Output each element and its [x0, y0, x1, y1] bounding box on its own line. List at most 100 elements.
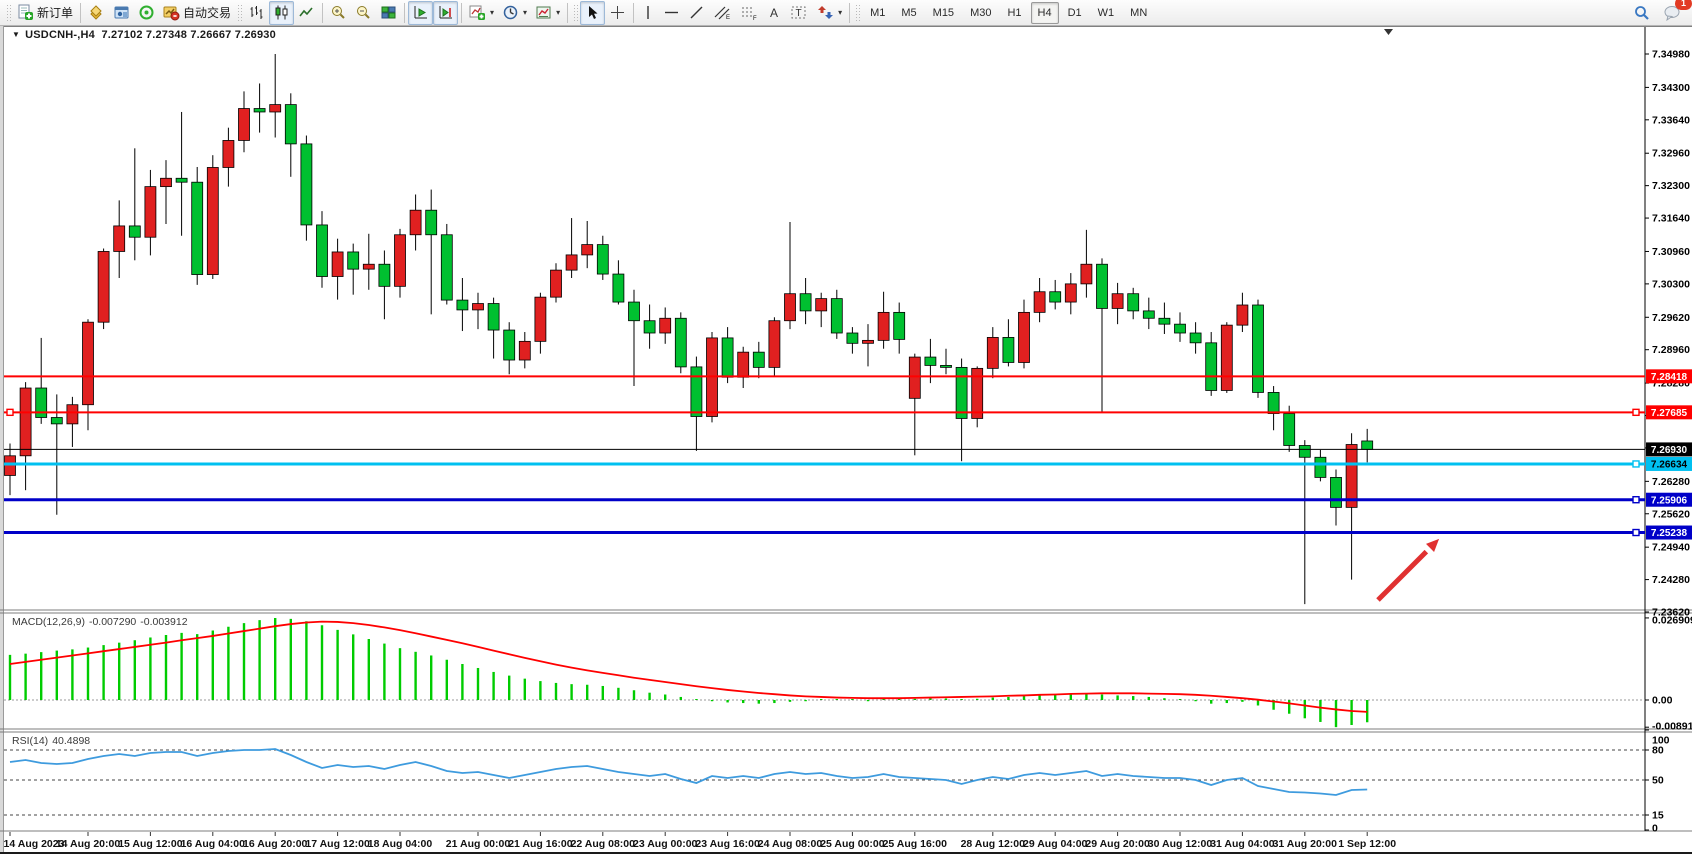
text-label-button[interactable]: T [786, 1, 813, 25]
tab-timeframe-h1[interactable]: H1 [1000, 2, 1028, 24]
autotrade-button[interactable]: 自动交易 [159, 1, 235, 25]
svg-text:A: A [770, 6, 778, 20]
toolbar-grip[interactable] [855, 4, 860, 22]
macd-tick-label: -0.008918 [1652, 721, 1692, 733]
text-icon: A [767, 4, 782, 21]
tab-timeframe-d1[interactable]: D1 [1061, 2, 1089, 24]
fibonacci-button[interactable]: F [736, 1, 763, 25]
candle [379, 264, 390, 286]
price-tag-label: 7.25906 [1651, 495, 1688, 506]
candle [863, 340, 874, 343]
channel-button[interactable]: E [709, 1, 736, 25]
bar-chart-button[interactable] [244, 1, 269, 25]
crosshair-button[interactable] [605, 1, 630, 25]
price-tick-label: 7.25620 [1652, 508, 1690, 520]
periods-icon [502, 4, 519, 21]
arrows-button[interactable]: ▾ [813, 1, 846, 25]
mt4-window: 新订单 自动交易 [0, 0, 1692, 854]
vertical-line-button[interactable] [637, 1, 659, 25]
candle [894, 312, 905, 339]
signals-button[interactable] [134, 1, 159, 25]
arrow-annotation[interactable] [1378, 552, 1426, 600]
line-chart-button[interactable] [294, 1, 319, 25]
candle [769, 321, 780, 368]
candle [753, 352, 764, 367]
auto-scroll-button[interactable] [408, 1, 433, 25]
horizontal-line-button[interactable] [659, 1, 684, 25]
zoom-in-icon [330, 4, 347, 21]
candle [1362, 441, 1373, 449]
candle [1331, 477, 1342, 507]
candle [1003, 337, 1014, 362]
tab-timeframe-m1[interactable]: M1 [863, 2, 892, 24]
candle [1159, 318, 1170, 324]
date-label: 16 Aug 04:00 [181, 838, 246, 850]
signals-icon [138, 4, 155, 21]
data-window-button[interactable] [109, 1, 134, 25]
hline-handle[interactable] [1633, 409, 1639, 415]
candle [1097, 264, 1108, 308]
candle [488, 304, 499, 331]
autotrade-icon [163, 4, 180, 21]
candle [1284, 414, 1295, 446]
chevron-down-icon: ▾ [556, 8, 560, 17]
toolbar-grip[interactable] [237, 4, 242, 22]
new-order-button[interactable]: 新订单 [13, 1, 77, 25]
hline-handle[interactable] [1633, 497, 1639, 503]
candle [1065, 284, 1076, 302]
chart-shift-icon [437, 4, 454, 21]
price-tick-label: 7.24940 [1652, 542, 1690, 554]
cursor-icon [584, 4, 601, 21]
chart-shift-marker[interactable] [1384, 29, 1393, 35]
toolbar-separator [633, 3, 634, 23]
candle [51, 417, 62, 423]
candle [161, 178, 172, 186]
date-label: 16 Aug 20:00 [243, 838, 308, 850]
rsi-panel-label: RSI(14)40.4898 [12, 735, 94, 747]
zoom-in-button[interactable] [326, 1, 351, 25]
tab-timeframe-m15[interactable]: M15 [926, 2, 961, 24]
candle [83, 322, 94, 405]
candle [660, 318, 671, 333]
svg-text:F: F [753, 16, 757, 21]
chart-shift-button[interactable] [433, 1, 458, 25]
arrow-annotation-head[interactable] [1426, 539, 1439, 552]
candle [613, 274, 624, 302]
tab-timeframe-m30[interactable]: M30 [963, 2, 998, 24]
toolbar-grip[interactable] [573, 4, 578, 22]
periods-button[interactable]: ▾ [498, 1, 531, 25]
zoom-out-button[interactable] [351, 1, 376, 25]
toolbar-separator [404, 3, 405, 23]
templates-button[interactable]: ▾ [531, 1, 564, 25]
search-button[interactable] [1629, 1, 1655, 25]
tile-windows-icon [380, 4, 397, 21]
tab-timeframe-mn[interactable]: MN [1123, 2, 1154, 24]
market-watch-button[interactable] [84, 1, 109, 25]
indicators-button[interactable]: ▾ [465, 1, 498, 25]
price-tick-label: 7.24280 [1652, 574, 1690, 586]
chart-canvas[interactable]: 7.349807.343007.336407.329607.323007.316… [0, 0, 1692, 854]
candle [1050, 292, 1061, 302]
auto-scroll-icon [412, 4, 429, 21]
tab-timeframe-m5[interactable]: M5 [894, 2, 923, 24]
text-button[interactable]: A [763, 1, 786, 25]
tab-timeframe-w1[interactable]: W1 [1091, 2, 1122, 24]
chevron-down-icon: ▾ [838, 8, 842, 17]
candle [98, 251, 109, 322]
hline-handle[interactable] [1633, 530, 1639, 536]
candlestick-chart-button[interactable] [269, 1, 294, 25]
candle [909, 357, 920, 398]
tab-timeframe-h4[interactable]: H4 [1031, 2, 1059, 24]
macd-tick-label: 0.026909 [1652, 615, 1692, 627]
hline-handle[interactable] [1633, 461, 1639, 467]
trendline-button[interactable] [684, 1, 709, 25]
cursor-button[interactable] [580, 1, 605, 25]
tile-windows-button[interactable] [376, 1, 401, 25]
notifications-button[interactable]: 1 [1659, 1, 1686, 25]
date-label: 21 Aug 00:00 [446, 838, 511, 850]
candle [473, 304, 484, 310]
hline-handle[interactable] [7, 409, 13, 415]
toolbar-grip[interactable] [6, 4, 11, 22]
rsi-tick-label: 15 [1652, 810, 1664, 822]
toolbar-separator [461, 3, 462, 23]
